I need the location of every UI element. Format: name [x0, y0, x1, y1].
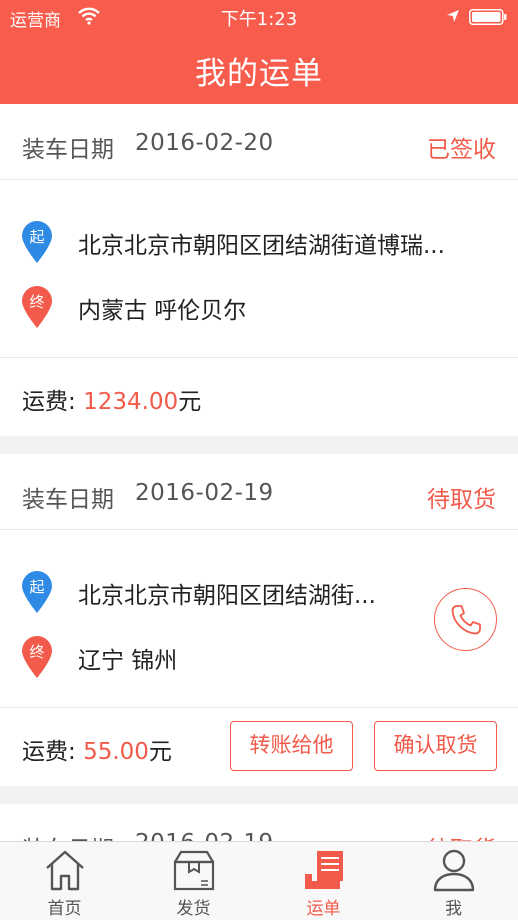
location-arrow-icon	[447, 10, 459, 22]
person-icon	[433, 849, 475, 892]
load-date-label: 装车日期	[22, 137, 114, 163]
start-pin-icon: 起	[22, 221, 52, 263]
destination-address: 辽宁 锦州	[78, 648, 178, 674]
tab-waybill[interactable]: 运单	[259, 842, 388, 920]
waybill-icon	[305, 851, 343, 889]
route-section: 起 北京北京市朝阳区团结湖街... 终 辽宁 锦州	[0, 530, 518, 708]
end-marker-text: 终	[29, 293, 44, 311]
waybill-list[interactable]: 装车日期 2016-02-20 已签收 起 北京北京市朝阳区团结湖街道博瑞...…	[0, 104, 518, 880]
waybill-card[interactable]: 装车日期 2016-02-19 待取货 起 北京北京市朝阳区团结湖街... 终 …	[0, 454, 518, 786]
tab-ship-label: 发货	[176, 899, 211, 919]
home-icon	[46, 850, 84, 891]
freight-text: 运费: 1234.00元	[22, 382, 201, 416]
freight-label: 运费:	[22, 739, 84, 765]
tab-home[interactable]: 首页	[0, 842, 129, 920]
call-button[interactable]	[434, 588, 497, 651]
freight-text: 运费: 55.00元	[22, 732, 172, 766]
card-header: 装车日期 2016-02-19 待取货	[0, 454, 518, 530]
freight-label: 运费:	[22, 389, 84, 415]
start-marker-text: 起	[29, 228, 44, 246]
origin-address: 北京北京市朝阳区团结湖街...	[78, 583, 376, 609]
destination-address: 内蒙古 呼伦贝尔	[78, 298, 247, 324]
tab-waybill-label: 运单	[306, 899, 341, 919]
end-marker-text: 终	[29, 643, 44, 661]
tab-me-label: 我	[445, 899, 462, 919]
status-time: 下午1:23	[220, 9, 298, 30]
card-footer: 运费: 1234.00元	[0, 358, 518, 436]
battery-icon	[469, 9, 507, 25]
freight-unit: 元	[178, 389, 202, 415]
end-pin-icon: 终	[22, 286, 52, 328]
load-date-label: 装车日期	[22, 487, 114, 513]
transfer-button[interactable]: 转账给他	[230, 721, 353, 771]
tab-bar: 首页 发货 运单 我	[0, 841, 518, 920]
start-marker-text: 起	[29, 578, 44, 596]
status-bar: 运营商 下午1:23	[0, 0, 518, 34]
box-icon	[173, 850, 215, 891]
tab-home-label: 首页	[47, 899, 82, 919]
freight-unit: 元	[148, 739, 172, 765]
order-status: 待取货	[427, 487, 496, 513]
tab-ship[interactable]: 发货	[129, 842, 258, 920]
order-status: 已签收	[427, 137, 496, 163]
confirm-pickup-button[interactable]: 确认取货	[374, 721, 497, 771]
page-title: 我的运单	[195, 56, 323, 92]
load-date-value: 2016-02-20	[135, 130, 274, 156]
freight-amount: 1234.00	[83, 389, 179, 415]
start-pin-icon: 起	[22, 571, 52, 613]
origin-address: 北京北京市朝阳区团结湖街道博瑞...	[78, 233, 445, 259]
end-pin-icon: 终	[22, 636, 52, 678]
tab-me[interactable]: 我	[389, 842, 518, 920]
phone-icon	[451, 605, 481, 635]
app-header: 运营商 下午1:23 我的运单	[0, 0, 518, 104]
card-header: 装车日期 2016-02-20 已签收	[0, 104, 518, 180]
load-date-value: 2016-02-19	[135, 480, 274, 506]
card-footer: 运费: 55.00元 转账给他 确认取货	[0, 708, 518, 786]
freight-amount: 55.00	[83, 739, 149, 765]
waybill-card[interactable]: 装车日期 2016-02-20 已签收 起 北京北京市朝阳区团结湖街道博瑞...…	[0, 104, 518, 436]
route-section: 起 北京北京市朝阳区团结湖街道博瑞... 终 内蒙古 呼伦贝尔	[0, 180, 518, 358]
